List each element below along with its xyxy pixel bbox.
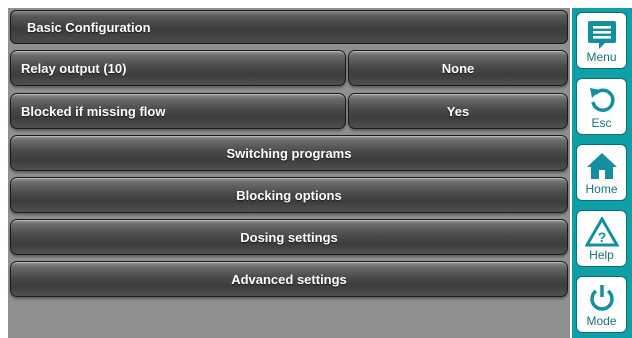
blocking-options-button[interactable]: Blocking options	[10, 177, 568, 213]
relay-output-row: Relay output (10) None	[8, 50, 570, 86]
sidebar: Menu Esc Home ? Help Mode	[572, 8, 632, 338]
power-icon	[589, 285, 614, 311]
page-title: Basic Configuration	[10, 10, 568, 44]
menu-button[interactable]: Menu	[576, 12, 627, 69]
advanced-settings-button[interactable]: Advanced settings	[10, 261, 568, 297]
esc-icon	[589, 88, 615, 112]
menu-icon	[587, 21, 616, 49]
home-label: Home	[585, 182, 618, 196]
esc-label: Esc	[591, 116, 612, 130]
esc-button[interactable]: Esc	[576, 78, 627, 135]
relay-output-value-button[interactable]: None	[348, 50, 568, 86]
relay-output-label-button[interactable]: Relay output (10)	[10, 50, 346, 86]
blocked-missing-flow-value-button[interactable]: Yes	[348, 93, 568, 129]
mode-label: Mode	[586, 314, 617, 328]
menu-label: Menu	[586, 50, 617, 64]
help-button[interactable]: ? Help	[576, 210, 627, 267]
config-screen: Basic Configuration Relay output (10) No…	[8, 8, 570, 338]
switching-programs-button[interactable]: Switching programs	[10, 135, 568, 171]
dosing-settings-button[interactable]: Dosing settings	[10, 219, 568, 255]
help-label: Help	[589, 248, 614, 262]
help-icon: ?	[584, 217, 619, 247]
blocked-missing-flow-label-button[interactable]: Blocked if missing flow	[10, 93, 346, 129]
mode-button[interactable]: Mode	[576, 276, 627, 333]
blocked-missing-flow-row: Blocked if missing flow Yes	[8, 93, 570, 129]
svg-text:?: ?	[597, 229, 606, 245]
home-icon	[586, 153, 617, 179]
home-button[interactable]: Home	[576, 144, 627, 201]
